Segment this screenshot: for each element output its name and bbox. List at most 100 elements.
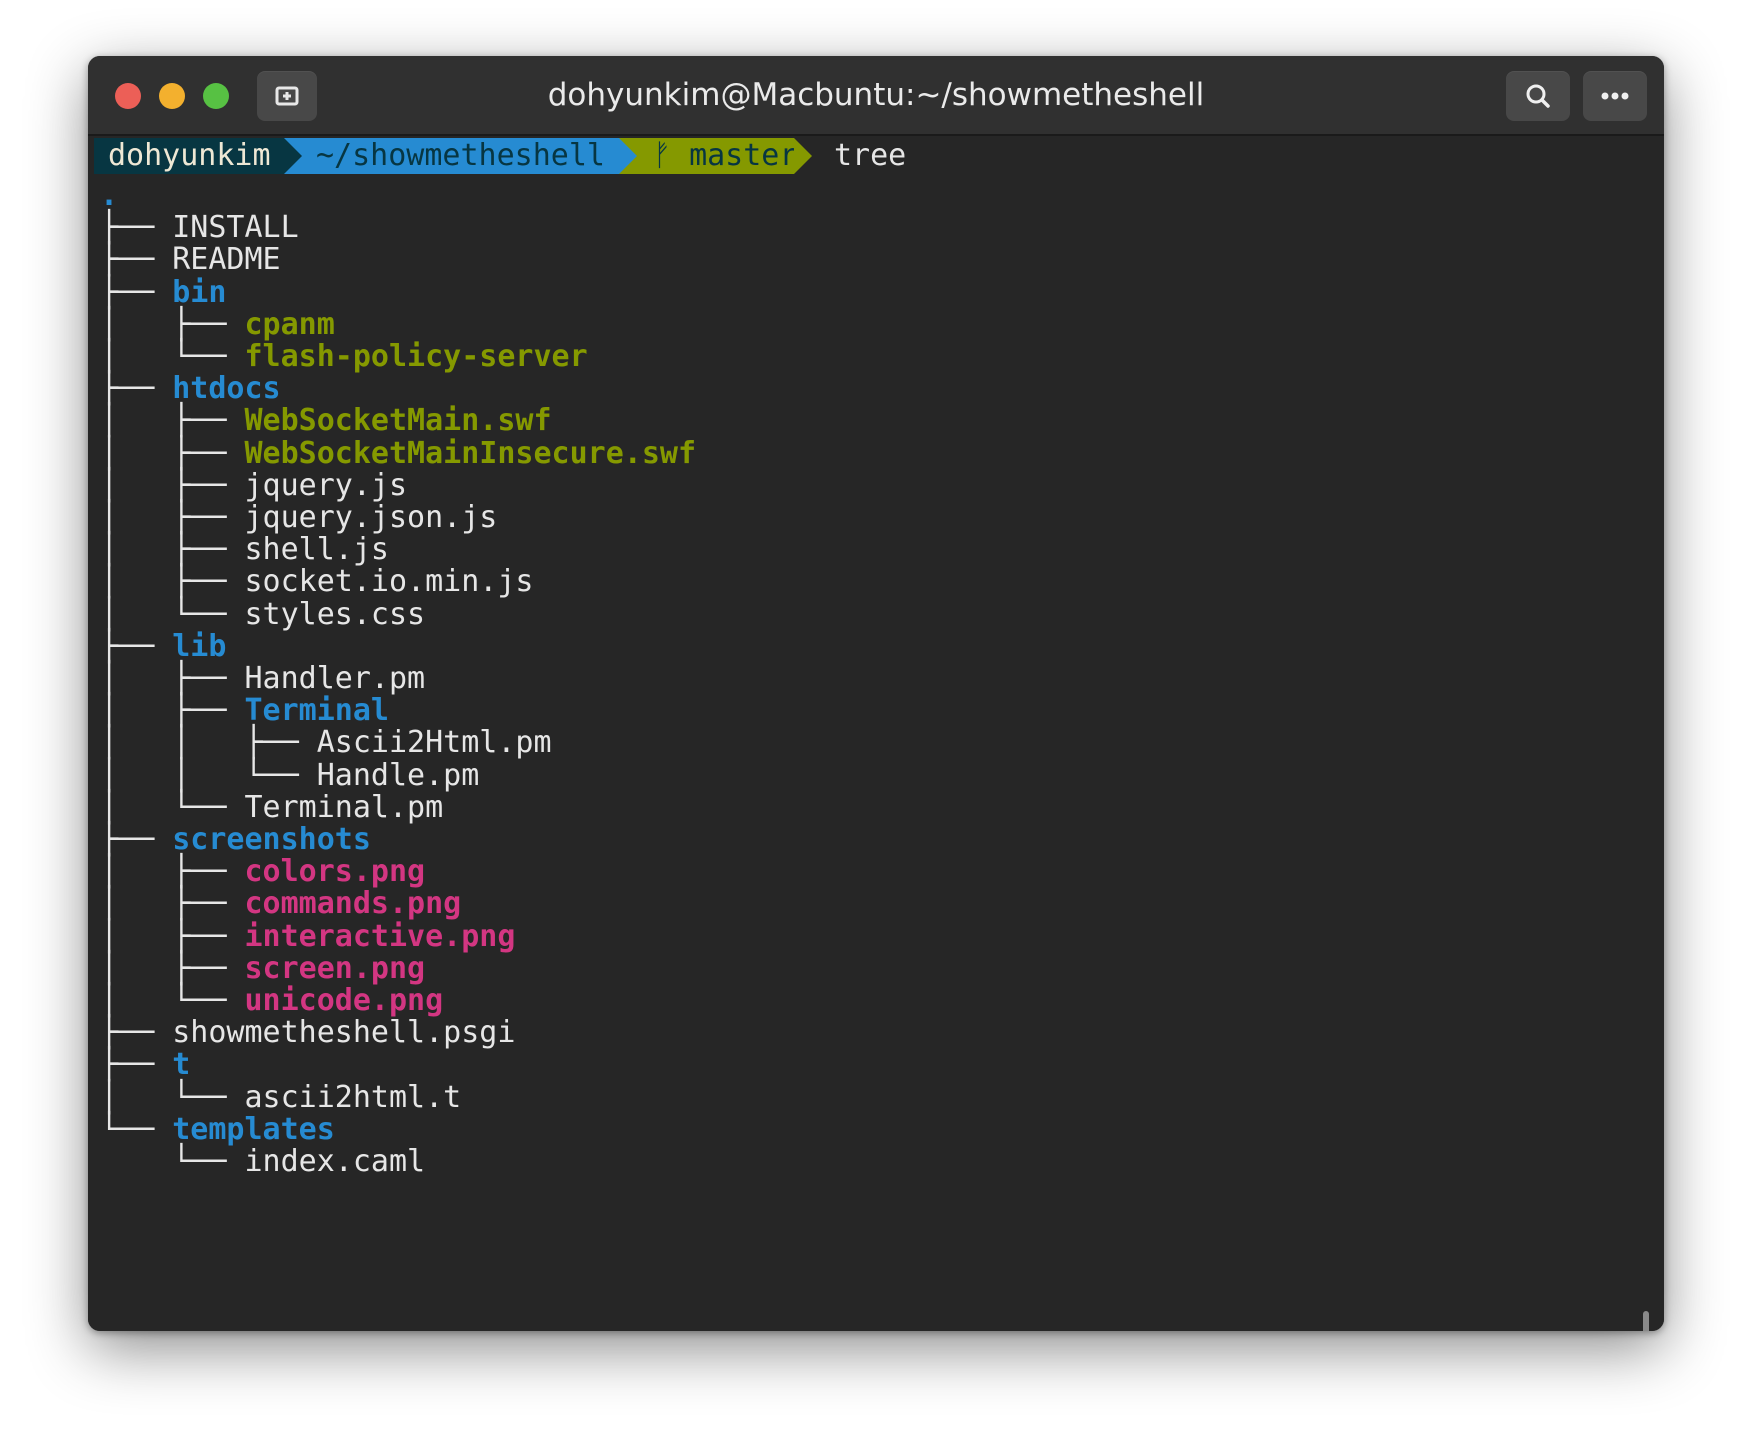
minimize-button[interactable] (159, 83, 185, 109)
tree-line: │ ├── cpanm (100, 307, 335, 343)
maximize-button[interactable] (203, 83, 229, 109)
tree-branch-prefix: │ ├── (100, 403, 245, 439)
tree-entry-name: styles.css (244, 596, 426, 632)
tree-entry-name: WebSocketMain.swf (244, 403, 552, 439)
tree-entry-name: t (172, 1047, 191, 1083)
tree-line: └── index.caml (100, 1144, 425, 1180)
tree-branch-prefix: │ ├── (100, 918, 245, 954)
new-tab-button[interactable] (257, 71, 317, 121)
tree-line: │ ├── interactive.png (100, 919, 515, 955)
tree-entry-name: interactive.png (244, 918, 516, 954)
search-button[interactable] (1506, 71, 1570, 121)
tree-branch-prefix: └── (100, 1144, 245, 1179)
close-button[interactable] (115, 83, 141, 109)
tree-branch-prefix: ├── (100, 210, 173, 246)
tree-entry-name: commands.png (244, 886, 462, 922)
tree-branch-prefix: │ │ └── (100, 757, 317, 793)
terminal-content[interactable]: dohyunkim ~/showmetheshell ᚠ master tree… (88, 136, 1664, 1331)
tree-line: │ ├── colors.png (100, 854, 425, 890)
tree-branch-prefix: │ ├── (100, 467, 245, 503)
tree-branch-prefix: │ └── (100, 789, 245, 825)
tree-entry-name: flash-policy-server (244, 339, 588, 374)
tree-line: ├── INSTALL (100, 210, 299, 246)
tree-line: │ └── flash-policy-server (100, 339, 588, 375)
tree-branch-prefix: ├── (100, 1047, 173, 1083)
tree-line: │ ├── Terminal (100, 693, 389, 729)
tree-line: │ ├── WebSocketMainInsecure.swf (100, 436, 696, 472)
tree-entry-name: Handle.pm (316, 757, 480, 793)
tree-branch-prefix: ├── (100, 822, 173, 857)
tree-line: │ └── unicode.png (100, 983, 443, 1019)
tree-line: . (100, 178, 118, 214)
tree-entry-name: jquery.js (244, 467, 408, 503)
new-tab-icon (275, 86, 299, 106)
tree-branch-prefix: │ ├── (100, 886, 245, 922)
prompt-separator-arrow (619, 138, 637, 174)
tree-branch-prefix: │ │ ├── (100, 725, 317, 761)
tree-branch-prefix: ├── (100, 628, 173, 664)
tree-entry-name: cpanm (244, 306, 335, 342)
tree-line: ├── t (100, 1047, 190, 1083)
more-horizontal-icon (1601, 92, 1629, 100)
tree-entry-name: Handler.pm (244, 661, 426, 696)
tree-line: ├── showmetheshell.psgi (100, 1015, 515, 1051)
tree-line: └── templates (100, 1112, 335, 1148)
tree-line: ├── screenshots (100, 822, 371, 858)
tree-entry-name: Ascii2Html.pm (316, 725, 552, 761)
tree-entry-name: lib (172, 628, 227, 664)
tree-line: ├── htdocs (100, 371, 281, 407)
tree-branch-prefix: │ ├── (100, 435, 245, 471)
tree-entry-name: htdocs (172, 371, 281, 407)
prompt-separator-arrow (794, 138, 812, 174)
tree-entry-name: Terminal (244, 693, 390, 729)
tree-line: ├── bin (100, 275, 226, 311)
tree-line: │ │ └── Handle.pm (100, 758, 479, 794)
tree-line: │ ├── WebSocketMain.swf (100, 403, 552, 439)
tree-entry-name: README (172, 242, 281, 278)
tree-entry-name: jquery.json.js (244, 500, 498, 535)
tree-entry-name: bin (172, 274, 227, 310)
tree-line: │ └── Terminal.pm (100, 790, 443, 826)
tree-entry-name: templates (172, 1111, 335, 1147)
tree-line: │ ├── jquery.json.js (100, 500, 497, 536)
prompt-git-branch: ᚠ master (619, 138, 798, 174)
tree-branch-prefix: │ ├── (100, 500, 245, 535)
tree-branch-prefix: │ └── (100, 339, 245, 374)
git-branch-name: master (689, 138, 798, 173)
tree-line: │ ├── Handler.pm (100, 661, 425, 697)
tree-branch-prefix: . (100, 178, 119, 213)
tree-entry-name: ascii2html.t (244, 1079, 462, 1115)
tree-branch-prefix: │ ├── (100, 564, 245, 600)
tree-entry-name: Terminal.pm (244, 789, 444, 825)
tree-branch-prefix: │ ├── (100, 950, 245, 986)
prompt-path: ~/showmetheshell (284, 138, 619, 174)
tree-branch-prefix: │ ├── (100, 532, 245, 568)
tree-entry-name: INSTALL (172, 210, 299, 246)
tree-entry-name: WebSocketMainInsecure.swf (244, 435, 697, 471)
tree-branch-prefix: ├── (100, 371, 173, 407)
tree-branch-prefix: │ ├── (100, 854, 245, 890)
tree-entry-name: unicode.png (244, 983, 444, 1018)
prompt-separator-arrow (284, 138, 302, 174)
typed-command: tree (834, 138, 907, 173)
tree-line: │ └── styles.css (100, 597, 425, 633)
tree-line: │ ├── jquery.js (100, 468, 407, 504)
tree-entry-name: colors.png (244, 854, 426, 890)
tree-line: ├── README (100, 242, 281, 278)
title-bar[interactable]: dohyunkim@Macbuntu:~/showmetheshell (88, 56, 1664, 136)
tree-line: │ ├── screen.png (100, 951, 425, 987)
tree-branch-prefix: │ ├── (100, 306, 245, 342)
tree-branch-prefix: ├── (100, 274, 173, 310)
tree-line: ├── lib (100, 629, 226, 665)
tree-branch-prefix: │ ├── (100, 661, 245, 696)
menu-button[interactable] (1583, 71, 1647, 121)
tree-branch-prefix: ├── (100, 1015, 173, 1051)
scrollbar-thumb[interactable] (1643, 1311, 1649, 1331)
search-icon (1526, 84, 1550, 108)
tree-entry-name: screen.png (244, 950, 426, 986)
tree-line: │ ├── commands.png (100, 886, 461, 922)
tree-branch-prefix: ├── (100, 242, 173, 278)
tree-branch-prefix: │ └── (100, 1079, 245, 1115)
tree-entry-name: socket.io.min.js (244, 564, 534, 600)
tree-line: │ │ ├── Ascii2Html.pm (100, 725, 552, 761)
